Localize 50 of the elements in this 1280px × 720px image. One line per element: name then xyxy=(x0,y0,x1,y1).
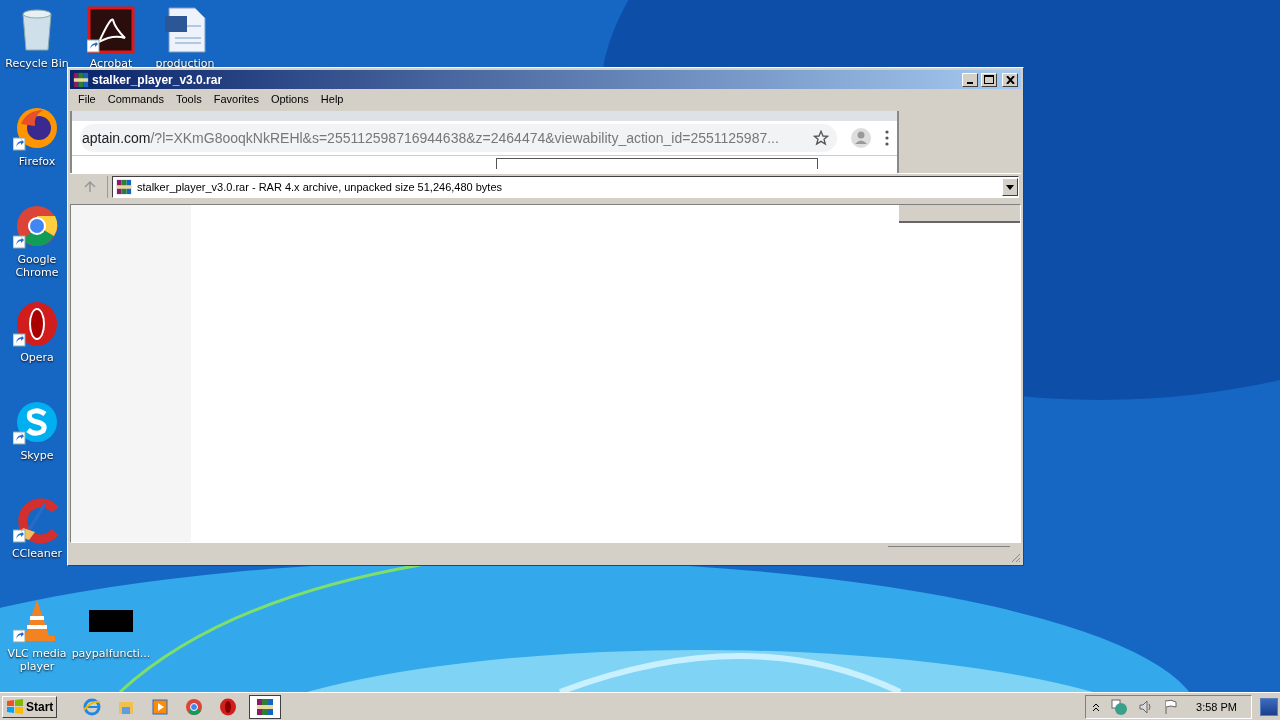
icon-label: VLC media player xyxy=(6,647,68,673)
url-text: aptain.com/?l=XKmG8ooqkNkREHl&s=255112598716944638&z=2464474&viewability_action_id=2551125987... xyxy=(82,130,780,146)
app-icon xyxy=(185,697,204,716)
menu-item[interactable]: Commands xyxy=(101,93,170,105)
chevron-icon[interactable] xyxy=(1092,701,1101,712)
close-button[interactable] xyxy=(1002,72,1018,87)
clock: 3:58 PM xyxy=(1196,700,1237,713)
icon-label: Opera xyxy=(20,351,54,364)
menu-item[interactable]: Help xyxy=(314,93,350,105)
start-button[interactable]: Start xyxy=(2,695,58,718)
show-desktop-button[interactable] xyxy=(1260,697,1278,716)
taskbar-button[interactable] xyxy=(249,694,282,719)
window-title: stalker_player_v3.0.rar xyxy=(92,72,224,87)
star-icon[interactable] xyxy=(813,130,829,146)
up-arrow-icon xyxy=(83,181,96,193)
icon-label: Skype xyxy=(20,449,54,462)
app-icon[interactable] xyxy=(13,496,61,544)
windows-logo xyxy=(6,698,24,715)
app-icon[interactable] xyxy=(87,6,135,54)
resize-grip-icon xyxy=(1010,552,1021,563)
icon-label: Acrobat xyxy=(89,57,133,70)
books-icon xyxy=(116,179,132,195)
books-icon xyxy=(256,697,275,716)
network-icon[interactable] xyxy=(1110,698,1129,715)
menu-item[interactable]: Favorites xyxy=(207,93,265,105)
url-field[interactable]: aptain.com/?l=XKmG8ooqkNkREHl&s=255112598716944638&z=2464474&viewability_action_id=2551125987... xyxy=(80,124,837,152)
icon-label: paypalfuncti... xyxy=(71,647,151,660)
menu-item[interactable]: Tools xyxy=(170,93,208,105)
caret-icon xyxy=(1006,184,1014,190)
books-icon xyxy=(73,71,89,88)
minimize-icon xyxy=(967,81,973,84)
icon-label: Firefox xyxy=(18,155,56,168)
icon-label: Recycle Bin xyxy=(5,57,69,70)
menu-icon[interactable] xyxy=(885,130,889,146)
icon-label: Google Chrome xyxy=(14,253,60,279)
minimize-button[interactable] xyxy=(962,72,978,87)
flag-icon[interactable] xyxy=(1164,698,1179,715)
address-field[interactable]: stalker_player_v3.0.rar - RAR 4.x archive, unpacked size 51,246,480 bytes xyxy=(112,176,1019,198)
maximize-button[interactable] xyxy=(981,72,997,87)
icon-label: CCleaner xyxy=(11,547,63,560)
app-icon xyxy=(219,697,238,716)
dropdown-button[interactable] xyxy=(1002,178,1018,196)
app-icon xyxy=(83,697,102,716)
icon-label: production xyxy=(155,57,215,70)
menu-item[interactable]: Options xyxy=(264,93,315,105)
app-icon xyxy=(151,697,170,716)
avatar-icon[interactable] xyxy=(851,128,871,148)
close-icon xyxy=(1005,75,1015,84)
maximize-icon xyxy=(984,75,994,84)
menu-item[interactable]: File xyxy=(72,93,102,105)
